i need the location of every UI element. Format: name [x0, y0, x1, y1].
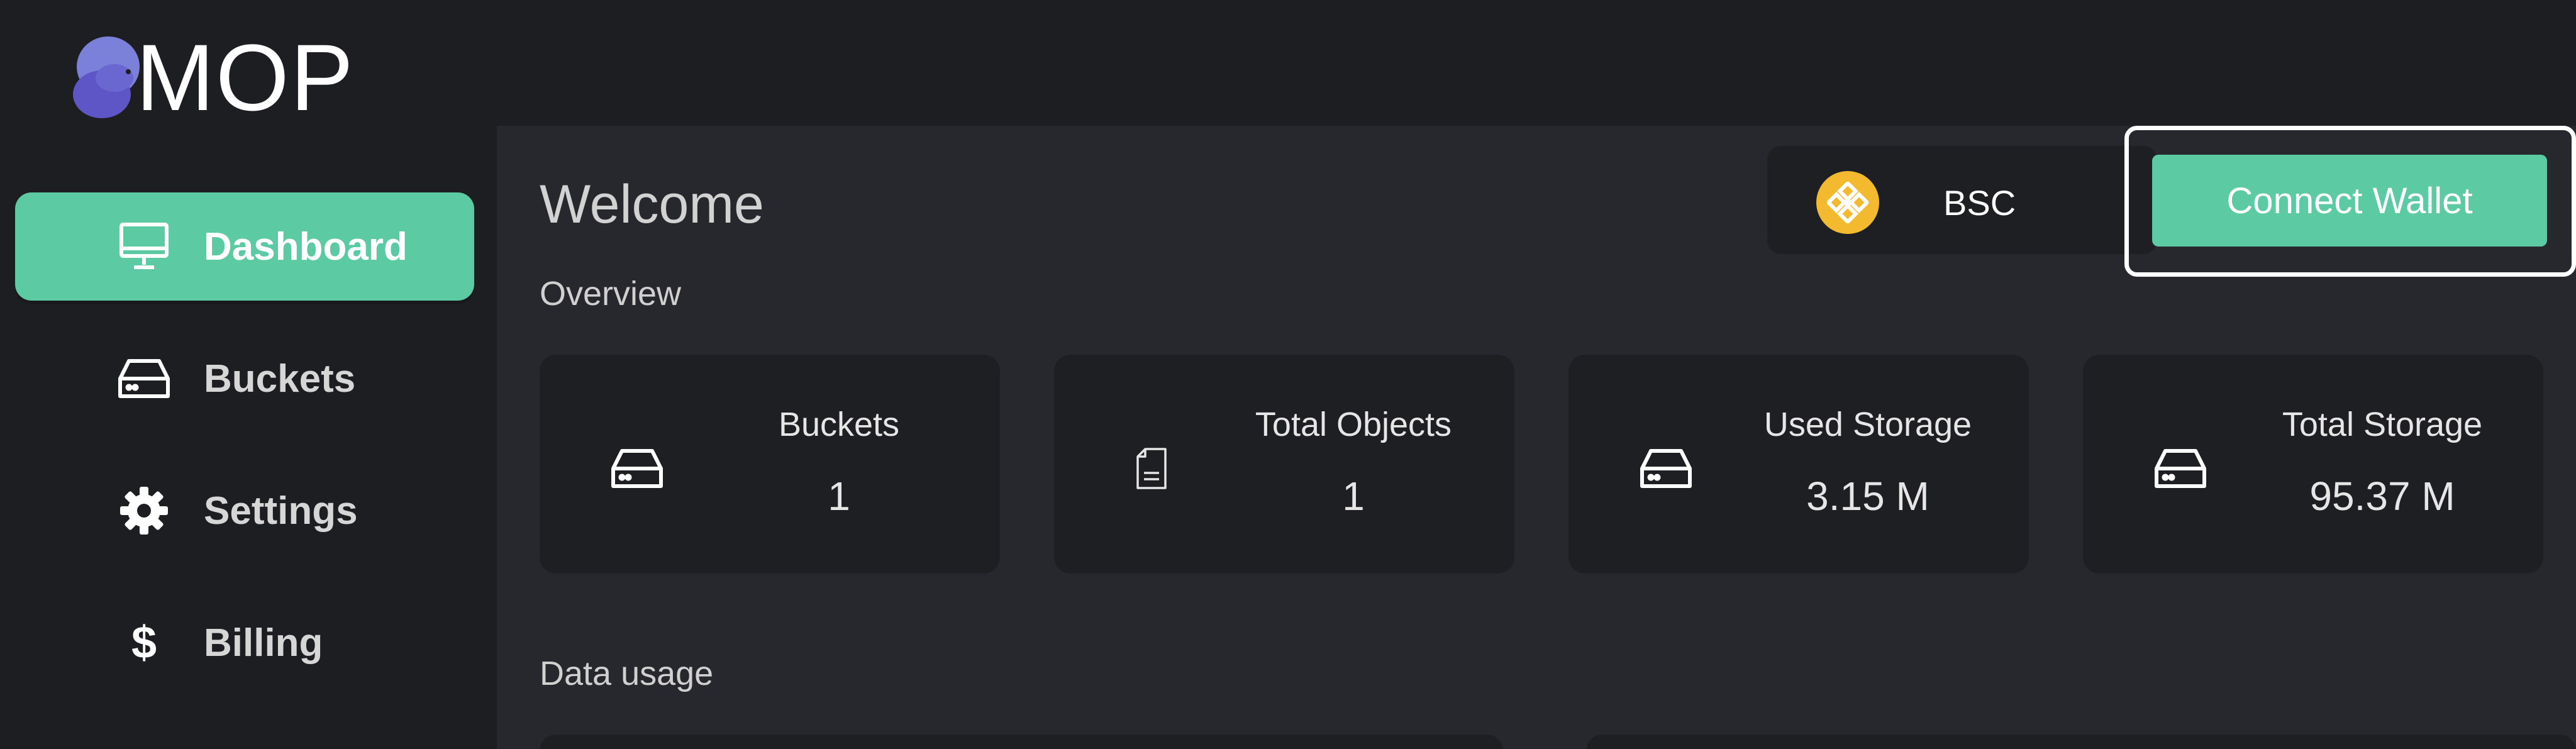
app-root: MOP Dashboard Buckets Settings $ Billing… — [0, 0, 2576, 749]
sidebar-item-label: Settings — [204, 489, 358, 533]
sidebar-item-dashboard[interactable]: Dashboard — [15, 192, 474, 301]
stat-title: Buckets — [778, 406, 900, 443]
sidebar-item-billing[interactable]: $ Billing — [15, 589, 474, 697]
drive-icon — [116, 350, 172, 407]
data-usage-heading: Data usage — [540, 655, 714, 692]
stat-value: 95.37 M — [2309, 474, 2455, 519]
dollar-icon: $ — [131, 618, 157, 668]
stat-value: 1 — [1342, 474, 1365, 519]
sidebar: Dashboard Buckets Settings $ Billing — [0, 126, 497, 749]
sidebar-item-label: Dashboard — [204, 225, 408, 269]
monitor-icon — [116, 218, 172, 275]
overview-heading: Overview — [540, 275, 682, 313]
sidebar-item-buckets[interactable]: Buckets — [15, 325, 474, 433]
stat-title: Total Objects — [1255, 406, 1452, 443]
logo-icon — [68, 30, 143, 125]
stat-card-used-storage: Used Storage 3.15 M — [1568, 355, 2029, 574]
stat-title: Used Storage — [1763, 406, 1972, 443]
sidebar-item-label: Billing — [204, 621, 323, 665]
drive-icon — [609, 440, 665, 497]
sidebar-item-label: Buckets — [204, 357, 356, 401]
app-name: MOP — [136, 25, 355, 130]
stat-value: 1 — [828, 474, 850, 519]
stat-title: Total Storage — [2282, 406, 2483, 443]
stat-card-total-storage: Total Storage 95.37 M — [2083, 355, 2543, 574]
binance-icon — [1816, 171, 1879, 234]
drive-icon — [2152, 440, 2209, 497]
data-usage-card — [1586, 735, 2576, 749]
stat-card-total-objects: Total Objects 1 — [1054, 355, 1514, 574]
document-icon — [1123, 440, 1180, 497]
sidebar-item-settings[interactable]: Settings — [15, 457, 474, 565]
network-label: BSC — [1943, 183, 2016, 223]
app-logo[interactable]: MOP — [68, 30, 355, 125]
stat-value: 3.15 M — [1806, 474, 1929, 519]
main-panel: Welcome BSC Connect Wallet Overview Buck… — [497, 126, 2576, 749]
page-title: Welcome — [540, 174, 764, 235]
gear-icon — [116, 482, 172, 539]
stat-card-buckets: Buckets 1 — [540, 355, 1000, 574]
connect-wallet-button[interactable]: Connect Wallet — [2152, 155, 2547, 247]
data-usage-card — [540, 735, 1503, 749]
drive-icon — [1638, 440, 1694, 497]
network-selector[interactable]: BSC — [1767, 146, 2157, 254]
